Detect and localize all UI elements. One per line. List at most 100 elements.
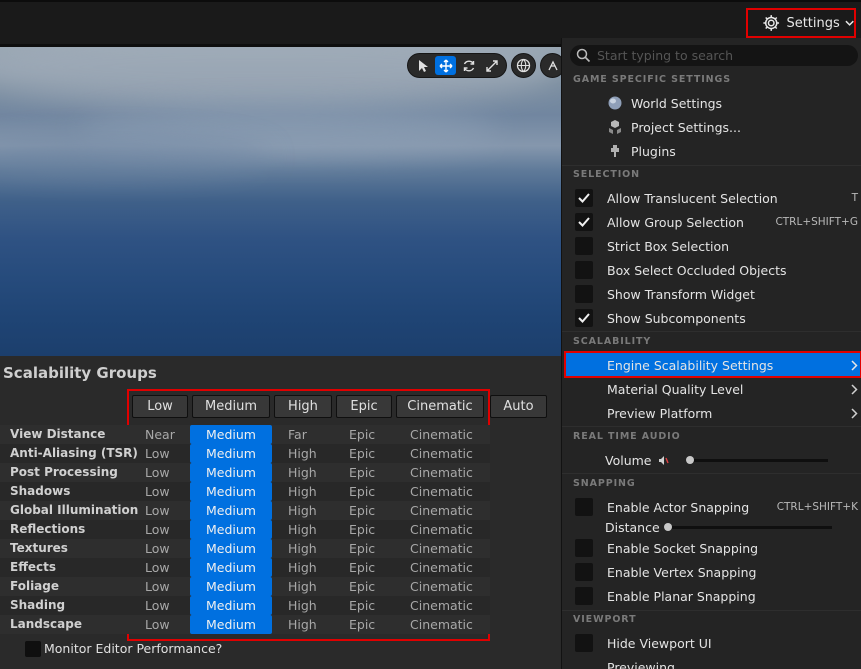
menu-item-selection[interactable]: Strict Box Selection bbox=[562, 234, 861, 258]
scalability-cell-cinematic[interactable]: Cinematic bbox=[410, 520, 473, 539]
menu-item-hide-viewport-ui[interactable]: Hide Viewport UI bbox=[562, 631, 861, 655]
menu-item-plugins[interactable]: Plugins bbox=[562, 139, 861, 163]
level-epic-button[interactable]: Epic bbox=[336, 395, 392, 418]
monitor-performance-checkbox[interactable] bbox=[25, 641, 41, 657]
scalability-cell-high[interactable]: High bbox=[288, 596, 317, 615]
menu-item-selection[interactable]: Show Transform Widget bbox=[562, 282, 861, 306]
scalability-cell-cinematic[interactable]: Cinematic bbox=[410, 539, 473, 558]
scalability-cell-epic[interactable]: Epic bbox=[349, 463, 375, 482]
speaker-muted-icon[interactable] bbox=[658, 455, 669, 466]
scalability-cell-high[interactable]: High bbox=[288, 558, 317, 577]
scalability-cell-low[interactable]: Low bbox=[145, 539, 170, 558]
actor-snapping-checkbox[interactable] bbox=[575, 498, 593, 516]
move-tool-icon[interactable] bbox=[435, 56, 456, 75]
scalability-cell-medium[interactable]: Medium bbox=[190, 615, 272, 634]
scalability-cell-medium[interactable]: Medium bbox=[190, 501, 272, 520]
scalability-cell-epic[interactable]: Epic bbox=[349, 425, 375, 444]
scalability-cell-high[interactable]: Far bbox=[288, 425, 307, 444]
scalability-cell-low[interactable]: Low bbox=[145, 463, 170, 482]
scalability-cell-high[interactable]: High bbox=[288, 577, 317, 596]
scalability-cell-epic[interactable]: Epic bbox=[349, 520, 375, 539]
scalability-cell-medium[interactable]: Medium bbox=[190, 463, 272, 482]
menu-search-input[interactable] bbox=[597, 48, 847, 63]
scalability-cell-low[interactable]: Low bbox=[145, 520, 170, 539]
level-auto-button[interactable]: Auto bbox=[490, 395, 547, 418]
menu-item-selection[interactable]: Box Select Occluded Objects bbox=[562, 258, 861, 282]
scalability-cell-epic[interactable]: Epic bbox=[349, 558, 375, 577]
menu-item-planar-snapping[interactable]: Enable Planar Snapping bbox=[562, 584, 861, 608]
scalability-cell-medium[interactable]: Medium bbox=[190, 596, 272, 615]
scalability-cell-high[interactable]: High bbox=[288, 444, 317, 463]
scalability-cell-cinematic[interactable]: Cinematic bbox=[410, 482, 473, 501]
menu-item-socket-snapping[interactable]: Enable Socket Snapping bbox=[562, 536, 861, 560]
scalability-cell-low[interactable]: Low bbox=[145, 501, 170, 520]
level-high-button[interactable]: High bbox=[274, 395, 332, 418]
scalability-cell-cinematic[interactable]: Cinematic bbox=[410, 615, 473, 634]
volume-slider-handle[interactable] bbox=[686, 456, 694, 464]
menu-item-previewing[interactable]: Previewing bbox=[562, 655, 861, 669]
surface-snapping-icon[interactable] bbox=[540, 53, 561, 78]
planar-snapping-checkbox[interactable] bbox=[575, 587, 593, 605]
scalability-cell-epic[interactable]: Epic bbox=[349, 596, 375, 615]
scalability-cell-low[interactable]: Low bbox=[145, 444, 170, 463]
scalability-cell-low[interactable]: Low bbox=[145, 615, 170, 634]
menu-item-project-settings[interactable]: Project Settings... bbox=[562, 115, 861, 139]
menu-item-vertex-snapping[interactable]: Enable Vertex Snapping bbox=[562, 560, 861, 584]
volume-slider-track[interactable] bbox=[686, 459, 828, 462]
scalability-cell-medium[interactable]: Medium bbox=[190, 425, 272, 444]
world-space-icon[interactable] bbox=[511, 53, 536, 78]
distance-slider-handle[interactable] bbox=[664, 523, 672, 531]
level-viewport[interactable] bbox=[0, 47, 561, 356]
selection-checkbox[interactable] bbox=[575, 261, 593, 279]
vertex-snapping-checkbox[interactable] bbox=[575, 563, 593, 581]
selection-checkbox[interactable] bbox=[575, 285, 593, 303]
selection-checkbox[interactable] bbox=[575, 213, 593, 231]
scalability-cell-cinematic[interactable]: Cinematic bbox=[410, 558, 473, 577]
selection-checkbox[interactable] bbox=[575, 237, 593, 255]
menu-item-preview-platform[interactable]: Preview Platform bbox=[562, 401, 861, 425]
level-low-button[interactable]: Low bbox=[132, 395, 188, 418]
scalability-cell-high[interactable]: High bbox=[288, 539, 317, 558]
rotate-tool-icon[interactable] bbox=[458, 56, 479, 75]
scalability-cell-low[interactable]: Low bbox=[145, 596, 170, 615]
menu-item-selection[interactable]: Show Subcomponents bbox=[562, 306, 861, 330]
menu-item-selection[interactable]: Allow Translucent Selection T bbox=[562, 186, 861, 210]
selection-checkbox[interactable] bbox=[575, 189, 593, 207]
scalability-cell-epic[interactable]: Epic bbox=[349, 444, 375, 463]
socket-snapping-checkbox[interactable] bbox=[575, 539, 593, 557]
scalability-cell-low[interactable]: Low bbox=[145, 558, 170, 577]
scalability-cell-high[interactable]: High bbox=[288, 501, 317, 520]
scalability-cell-cinematic[interactable]: Cinematic bbox=[410, 577, 473, 596]
scalability-cell-medium[interactable]: Medium bbox=[190, 482, 272, 501]
distance-slider-track[interactable] bbox=[664, 526, 832, 529]
scalability-cell-cinematic[interactable]: Cinematic bbox=[410, 501, 473, 520]
scalability-cell-medium[interactable]: Medium bbox=[190, 558, 272, 577]
scalability-cell-cinematic[interactable]: Cinematic bbox=[410, 463, 473, 482]
scalability-cell-medium[interactable]: Medium bbox=[190, 520, 272, 539]
menu-item-engine-scalability[interactable]: Engine Scalability Settings bbox=[562, 353, 861, 377]
scalability-cell-high[interactable]: High bbox=[288, 482, 317, 501]
menu-item-material-quality[interactable]: Material Quality Level bbox=[562, 377, 861, 401]
scalability-cell-epic[interactable]: Epic bbox=[349, 577, 375, 596]
scalability-cell-epic[interactable]: Epic bbox=[349, 539, 375, 558]
level-medium-button[interactable]: Medium bbox=[192, 395, 270, 418]
scalability-cell-cinematic[interactable]: Cinematic bbox=[410, 425, 473, 444]
scalability-cell-cinematic[interactable]: Cinematic bbox=[410, 596, 473, 615]
selection-checkbox[interactable] bbox=[575, 309, 593, 327]
scalability-cell-low[interactable]: Near bbox=[145, 425, 175, 444]
select-tool-icon[interactable] bbox=[412, 56, 433, 75]
settings-button[interactable]: Settings bbox=[746, 8, 856, 38]
scalability-cell-cinematic[interactable]: Cinematic bbox=[410, 444, 473, 463]
level-cinematic-button[interactable]: Cinematic bbox=[396, 395, 484, 418]
scalability-cell-high[interactable]: High bbox=[288, 615, 317, 634]
scalability-cell-high[interactable]: High bbox=[288, 463, 317, 482]
scalability-cell-medium[interactable]: Medium bbox=[190, 577, 272, 596]
scalability-cell-epic[interactable]: Epic bbox=[349, 501, 375, 520]
hide-viewport-ui-checkbox[interactable] bbox=[575, 634, 593, 652]
scalability-cell-low[interactable]: Low bbox=[145, 482, 170, 501]
scalability-cell-epic[interactable]: Epic bbox=[349, 482, 375, 501]
scalability-cell-epic[interactable]: Epic bbox=[349, 615, 375, 634]
menu-item-selection[interactable]: Allow Group Selection CTRL+SHIFT+G bbox=[562, 210, 861, 234]
menu-item-world-settings[interactable]: World Settings bbox=[562, 91, 861, 115]
scalability-cell-medium[interactable]: Medium bbox=[190, 444, 272, 463]
